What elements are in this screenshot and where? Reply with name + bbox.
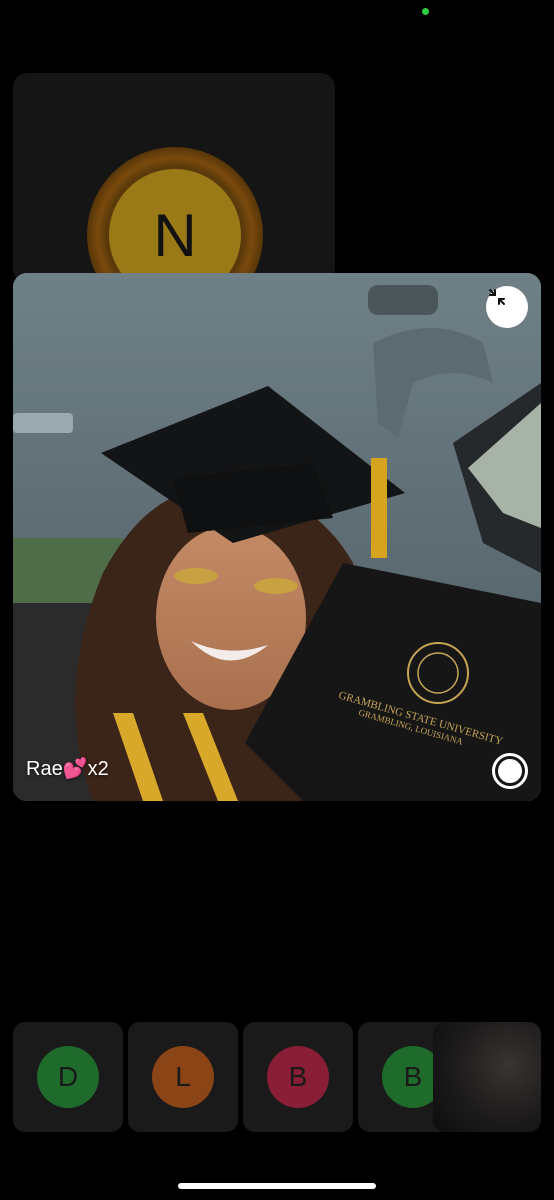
avatar: N [109, 169, 241, 283]
participant-tile-b1[interactable]: B [243, 1022, 353, 1132]
avatar: L [152, 1046, 214, 1108]
avatar-initial: L [175, 1061, 191, 1092]
avatar-ring: N [87, 147, 263, 283]
capture-icon [498, 759, 522, 783]
participant-tile-background[interactable]: N [13, 73, 335, 283]
mic-active-indicator [422, 8, 429, 15]
avatar: B [267, 1046, 329, 1108]
capture-button[interactable] [492, 753, 528, 789]
main-video[interactable]: GRAMBLING STATE UNIVERSITY GRAMBLING, LO… [13, 273, 541, 801]
avatar-initial: N [153, 201, 197, 269]
video-frame: GRAMBLING STATE UNIVERSITY GRAMBLING, LO… [13, 273, 541, 801]
participant-tile-d[interactable]: D [13, 1022, 123, 1132]
minimize-arrows-icon [489, 289, 505, 305]
participants-strip: D L B B [0, 1022, 554, 1132]
participant-tile-l[interactable]: L [128, 1022, 238, 1132]
self-view-tile[interactable] [433, 1022, 541, 1132]
participant-name-label: Rae💕x2 [26, 758, 109, 780]
avatar-initial: D [57, 1061, 79, 1092]
home-indicator[interactable] [178, 1183, 376, 1189]
avatar-initial: B [288, 1061, 308, 1092]
avatar-initial: B [403, 1061, 423, 1092]
avatar: D [37, 1046, 99, 1108]
minimize-button[interactable] [486, 286, 528, 328]
